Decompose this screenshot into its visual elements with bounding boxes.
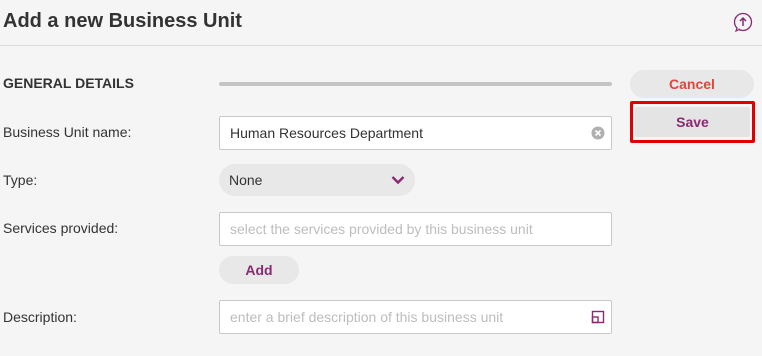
type-label: Type: [3, 172, 38, 188]
save-button[interactable]: Save [635, 107, 750, 137]
services-placeholder: select the services provided by this bus… [230, 221, 533, 237]
name-input[interactable]: Human Resources Department [219, 116, 612, 150]
type-select[interactable]: None [219, 164, 415, 196]
name-input-value: Human Resources Department [230, 125, 423, 141]
page-title: Add a new Business Unit [3, 10, 242, 32]
cancel-button[interactable]: Cancel [630, 70, 754, 98]
upload-chat-icon[interactable] [733, 12, 753, 32]
clear-icon[interactable] [591, 126, 605, 140]
section-title: GENERAL DETAILS [3, 75, 134, 91]
description-placeholder: enter a brief description of this busine… [230, 309, 504, 325]
add-button[interactable]: Add [219, 256, 299, 284]
description-input[interactable]: enter a brief description of this busine… [219, 300, 612, 334]
services-label: Services provided: [3, 220, 119, 236]
description-label: Description: [3, 309, 77, 325]
page-header: Add a new Business Unit [0, 0, 762, 46]
chevron-down-icon [391, 176, 405, 185]
expand-icon[interactable] [591, 310, 605, 324]
type-select-value: None [229, 172, 263, 188]
section-divider [219, 82, 612, 86]
services-input[interactable]: select the services provided by this bus… [219, 212, 612, 246]
name-label: Business Unit name: [3, 124, 132, 140]
